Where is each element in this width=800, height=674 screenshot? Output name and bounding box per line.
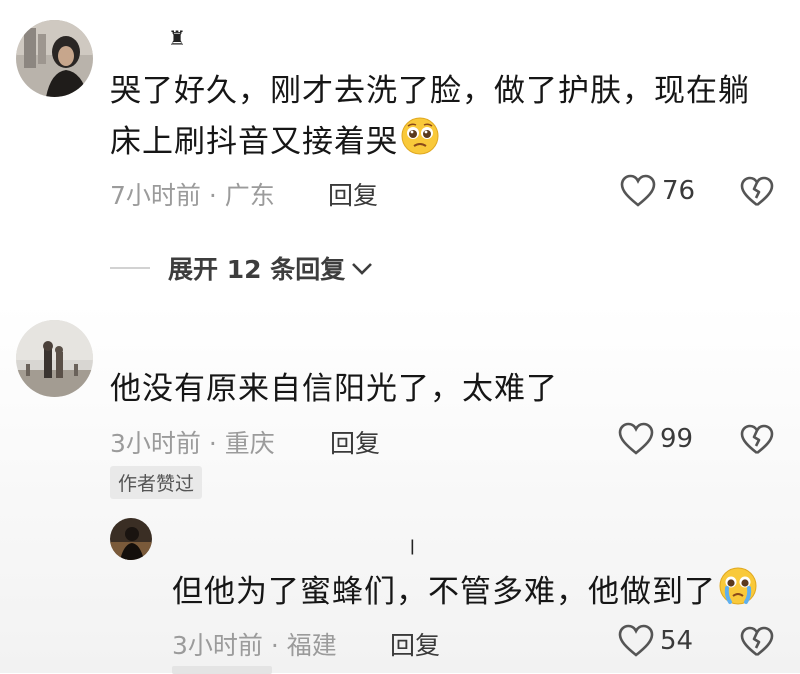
meta-separator: · xyxy=(200,181,225,210)
comment-1-text-line2: 床上刷抖音又接着哭 xyxy=(110,124,398,160)
comment-1-location: 广东 xyxy=(224,181,275,210)
comment-2-text: 他没有原来自信阳光了，太难了 xyxy=(110,371,558,407)
comment-1-text-line1: 哭了好久，刚才去洗了脸，做了护肤，现在躺 xyxy=(110,73,750,109)
comment-2-location: 重庆 xyxy=(224,429,275,458)
username-comment-1[interactable]: ♜ xyxy=(168,26,186,50)
heart-icon xyxy=(620,174,656,207)
chevron-down-icon xyxy=(352,263,373,275)
meta-separator: · xyxy=(262,631,287,660)
comment-2-like-count: 99 xyxy=(660,424,694,454)
expand-divider xyxy=(110,267,150,269)
expand-replies-label: 展开 12 条回复 xyxy=(168,255,346,284)
comment-2-meta: 3小时前 · 重庆 xyxy=(110,424,275,460)
comment-3-reply-button[interactable]: 回复 xyxy=(390,626,440,662)
broken-heart-icon xyxy=(740,176,774,207)
meta-separator: · xyxy=(200,429,225,458)
avatar-comment-1[interactable] xyxy=(16,20,93,97)
comment-3-text: 但他为了蜜蜂们，不管多难，他做到了 xyxy=(172,566,792,621)
heart-icon xyxy=(618,624,654,657)
comment-1-reply-button[interactable]: 回复 xyxy=(328,176,378,212)
comment-3-text-body: 但他为了蜜蜂们，不管多难，他做到了 xyxy=(172,574,716,610)
broken-heart-icon xyxy=(740,424,774,455)
comment-3-like-count: 54 xyxy=(660,626,694,656)
comment-3-dislike-button[interactable] xyxy=(740,626,774,662)
crying-face-icon xyxy=(718,566,758,621)
comment-3-location: 福建 xyxy=(286,631,337,660)
avatar-comment-2[interactable] xyxy=(16,320,93,397)
comment-1-time: 7小时前 xyxy=(110,181,201,210)
heart-icon xyxy=(618,422,654,455)
comment-3-meta: 3小时前 · 福建 xyxy=(172,626,337,662)
username-reply-1[interactable]: ǀ xyxy=(410,536,415,555)
author-liked-badge: 作者赞过 xyxy=(110,466,203,499)
comment-2-dislike-button[interactable] xyxy=(740,424,774,460)
comment-1-meta: 7小时前 · 广东 xyxy=(110,176,275,212)
broken-heart-icon xyxy=(740,626,774,657)
comment-1-like-button[interactable]: 76 xyxy=(620,174,695,208)
comment-2-reply-button[interactable]: 回复 xyxy=(330,424,380,460)
expand-replies-button[interactable]: 展开 12 条回复 xyxy=(110,250,375,286)
comment-2-time: 3小时前 xyxy=(110,429,201,458)
comment-3-time: 3小时前 xyxy=(172,631,263,660)
comment-1-dislike-button[interactable] xyxy=(740,176,774,212)
comment-3-like-button[interactable]: 54 xyxy=(618,624,693,658)
comment-1-text: 哭了好久，刚才去洗了脸，做了护肤，现在躺 床上刷抖音又接着哭 xyxy=(110,66,790,171)
comment-2-like-button[interactable]: 99 xyxy=(618,422,693,456)
comment-1-like-count: 76 xyxy=(662,176,696,206)
avatar-reply-1[interactable] xyxy=(110,518,152,560)
pleading-face-icon xyxy=(400,116,440,171)
